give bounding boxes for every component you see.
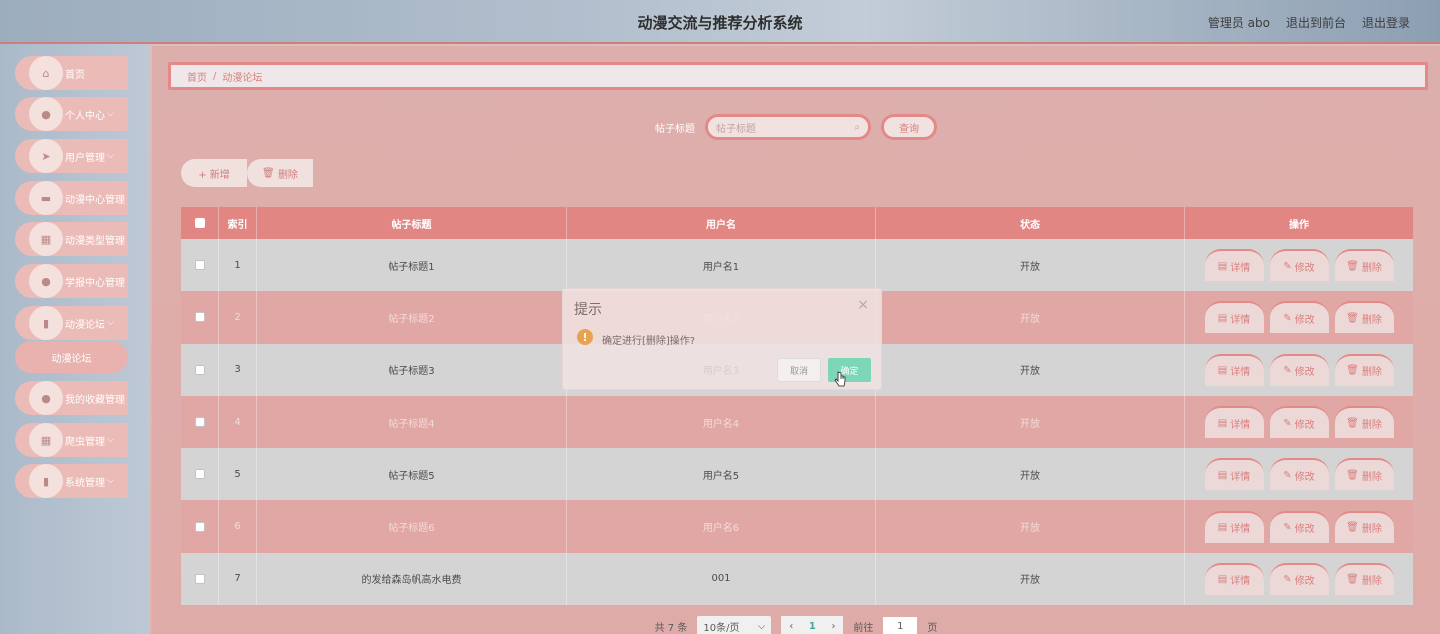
close-icon[interactable]: × (857, 297, 869, 313)
dialog-title: 提示 (574, 302, 602, 318)
cancel-button[interactable]: 取消 (777, 358, 821, 382)
dialog-message: 确定进行[删除]操作? (602, 336, 696, 347)
warning-icon: ! (577, 329, 593, 345)
hand-cursor-icon (834, 371, 846, 387)
